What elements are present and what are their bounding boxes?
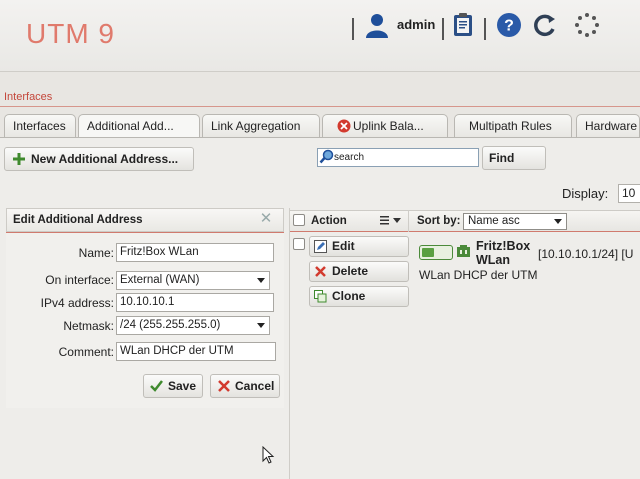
- ipv4-label: IPv4 address:: [40, 296, 114, 310]
- sort-select[interactable]: Name asc: [463, 213, 567, 230]
- name-label: Name:: [78, 246, 114, 260]
- button-label: New Additional Address...: [31, 152, 179, 166]
- select-all-checkbox[interactable]: [293, 214, 305, 226]
- spinner-icon: [575, 13, 599, 37]
- name-field[interactable]: Fritz!Box WLan: [116, 243, 274, 262]
- check-icon: [150, 380, 163, 392]
- sort-value: Name asc: [468, 215, 520, 227]
- tab-hardware[interactable]: Hardware: [576, 114, 640, 138]
- entry-comment: WLan DHCP der UTM: [419, 268, 538, 282]
- mouse-cursor-icon: [262, 446, 275, 464]
- clipboard-icon[interactable]: [450, 12, 476, 38]
- tab-multipath-rules[interactable]: Multipath Rules: [454, 114, 572, 138]
- user-icon[interactable]: [364, 12, 390, 38]
- button-label: Clone: [332, 289, 366, 303]
- divider: [289, 208, 290, 479]
- delete-icon: [315, 266, 326, 277]
- divider: [408, 210, 409, 232]
- tab-label: Uplink Bala...: [353, 119, 424, 133]
- delete-button[interactable]: Delete: [309, 261, 409, 282]
- close-icon[interactable]: ✕: [258, 211, 274, 227]
- enable-toggle[interactable]: [419, 245, 453, 260]
- tab-bar: Interfaces Additional Add... Link Aggreg…: [0, 114, 640, 139]
- comment-field[interactable]: WLan DHCP der UTM: [116, 342, 276, 361]
- plus-icon: [13, 153, 25, 165]
- button-label: Cancel: [235, 379, 275, 393]
- search-input[interactable]: search: [317, 148, 479, 167]
- section-title: Interfaces: [4, 91, 53, 103]
- edit-button[interactable]: Edit: [309, 236, 409, 257]
- comment-label: Comment:: [58, 345, 114, 359]
- chevron-down-icon: [554, 219, 562, 224]
- display-label: Display:: [562, 186, 609, 201]
- netmask-select[interactable]: /24 (255.255.255.0): [116, 316, 270, 335]
- entry-ip: [10.10.10.1/24] [U: [538, 247, 634, 261]
- brand-logo: UTM 9: [26, 18, 115, 49]
- clone-icon: [314, 290, 327, 303]
- tab-uplink-balancing[interactable]: Uplink Bala...: [322, 114, 448, 138]
- help-icon[interactable]: ?: [496, 12, 522, 38]
- interface-value: External (WAN): [120, 274, 200, 286]
- toggle-knob: [422, 248, 434, 257]
- sort-label: Sort by:: [417, 215, 461, 227]
- tab-additional-addresses[interactable]: Additional Add...: [78, 114, 200, 139]
- display-count-select[interactable]: 10: [618, 184, 640, 203]
- interface-label: On interface:: [45, 273, 114, 287]
- cancel-button[interactable]: Cancel: [210, 374, 280, 398]
- save-button[interactable]: Save: [143, 374, 203, 398]
- column-menu-icon[interactable]: [380, 215, 402, 226]
- find-button[interactable]: Find: [482, 146, 546, 170]
- refresh-icon[interactable]: [532, 12, 558, 38]
- separator: [442, 18, 444, 40]
- edit-panel-title: Edit Additional Address: [6, 208, 284, 232]
- divider: [0, 106, 640, 107]
- button-label: Delete: [332, 264, 369, 278]
- chevron-down-icon: [257, 323, 265, 328]
- error-icon: [337, 119, 351, 133]
- edit-icon: [314, 240, 327, 253]
- new-additional-address-button[interactable]: New Additional Address...: [4, 147, 194, 171]
- network-interface-icon: [457, 245, 470, 257]
- interface-select[interactable]: External (WAN): [116, 271, 270, 290]
- button-label: Save: [168, 379, 197, 393]
- user-name[interactable]: admin: [397, 17, 435, 32]
- row-checkbox[interactable]: [293, 238, 305, 250]
- divider: [6, 232, 284, 233]
- netmask-label: Netmask:: [63, 319, 114, 333]
- svg-text:?: ?: [504, 18, 514, 35]
- action-header: Action: [311, 215, 347, 227]
- clone-button[interactable]: Clone: [309, 286, 409, 307]
- separator: [352, 18, 354, 40]
- entry-name: Fritz!Box WLan: [476, 239, 531, 267]
- separator: [484, 18, 486, 40]
- top-header: UTM 9 admin ?: [0, 0, 640, 72]
- chevron-down-icon: [257, 278, 265, 283]
- search-icon: [319, 149, 334, 164]
- ipv4-field[interactable]: 10.10.10.1: [116, 293, 274, 312]
- tab-interfaces[interactable]: Interfaces: [4, 114, 76, 138]
- netmask-value: /24 (255.255.255.0): [120, 319, 221, 331]
- button-label: Edit: [332, 239, 355, 253]
- tab-link-aggregation[interactable]: Link Aggregation: [202, 114, 320, 138]
- close-icon: [218, 380, 230, 392]
